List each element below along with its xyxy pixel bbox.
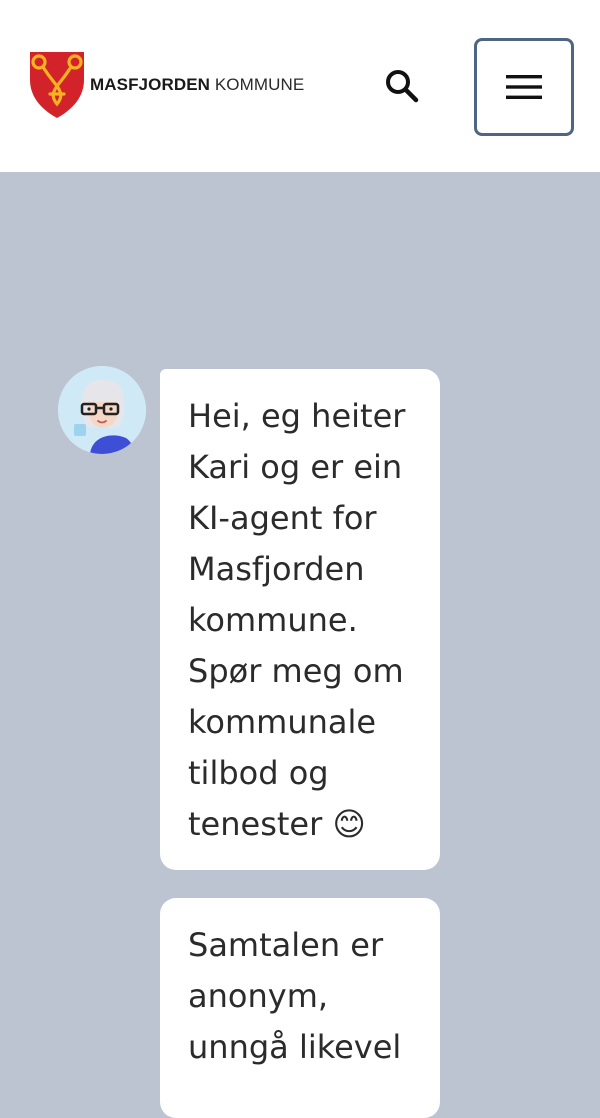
agent-avatar bbox=[58, 366, 146, 454]
kari-avatar-icon bbox=[58, 366, 146, 454]
menu-button[interactable] bbox=[474, 38, 574, 136]
agent-message-text: Samtalen er anonym, unngå likevel bbox=[188, 926, 402, 1066]
agent-message: Samtalen er anonym, unngå likevel bbox=[160, 898, 440, 1118]
brand-name: MASFJORDEN KOMMUNE bbox=[90, 75, 304, 95]
brand-name-light: KOMMUNE bbox=[214, 75, 305, 94]
site-header: MASFJORDEN KOMMUNE bbox=[0, 0, 600, 172]
brand-name-bold: MASFJORDEN bbox=[90, 75, 211, 94]
search-icon bbox=[386, 70, 419, 103]
hamburger-menu-icon bbox=[506, 75, 542, 99]
agent-message-text: Hei, eg heiter Kari og er ein KI-agent f… bbox=[188, 397, 406, 843]
agent-message: Hei, eg heiter Kari og er ein KI-agent f… bbox=[160, 369, 440, 870]
search-button[interactable] bbox=[380, 64, 424, 108]
masfjorden-crest-icon bbox=[30, 52, 84, 118]
site-logo[interactable]: MASFJORDEN KOMMUNE bbox=[28, 50, 304, 120]
